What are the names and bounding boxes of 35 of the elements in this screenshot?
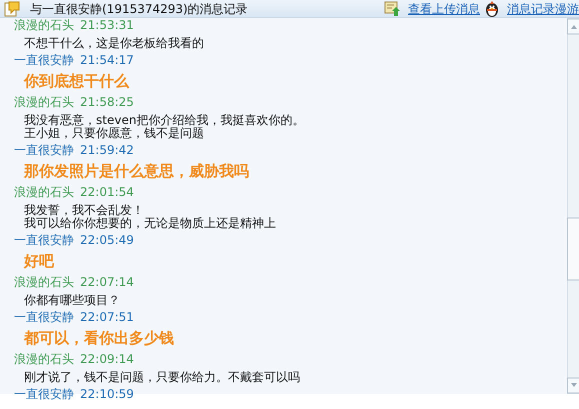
sender-name: 浪漫的石头 xyxy=(14,18,74,32)
sender-name: 一直很安静 xyxy=(14,310,74,324)
message-time: 22:01:54 xyxy=(80,185,134,199)
message-time: 22:07:51 xyxy=(80,310,134,324)
upload-icon xyxy=(384,0,401,16)
sender-name: 一直很安静 xyxy=(14,387,74,401)
header-link[interactable]: 消息记录漫游 xyxy=(507,2,579,16)
message-text: 王小姐，只要你愿意，钱不是问题 xyxy=(24,127,204,140)
sender-name: 一直很安静 xyxy=(14,53,74,67)
message-text: 你都有哪些项目？ xyxy=(24,294,120,307)
message-text: 我没有恶意，steven把你介绍给我，我挺喜欢你的。 xyxy=(24,114,304,127)
message-text: 我发誓，我不会乱发！ xyxy=(24,204,144,217)
message-text: 那你发照片是什么意思，威胁我吗 xyxy=(24,161,249,181)
header-link[interactable]: 查看上传消息 xyxy=(408,2,480,16)
sender-name: 一直很安静 xyxy=(14,143,74,157)
message-text: 不想干什么，这是你老板给我看的 xyxy=(24,37,204,50)
message-text: 都可以，看你出多少钱 xyxy=(24,328,174,348)
message-time: 21:54:17 xyxy=(80,53,134,67)
message-time: 22:09:14 xyxy=(80,352,134,366)
message-text: 好吧 xyxy=(24,251,54,271)
window-title: 与一直很安静(1915374293)的消息记录 xyxy=(30,2,248,16)
sender-name: 浪漫的石头 xyxy=(14,95,74,109)
message-time: 22:10:59 xyxy=(80,387,134,401)
sender-name: 一直很安静 xyxy=(14,233,74,247)
message-text: 你到底想干什么 xyxy=(24,71,129,91)
sender-name: 浪漫的石头 xyxy=(14,352,74,366)
message-time: 22:07:14 xyxy=(80,275,134,289)
message-time: 21:58:25 xyxy=(80,95,134,109)
message-time: 22:05:49 xyxy=(80,233,134,247)
message-time: 21:53:31 xyxy=(80,18,134,32)
message-text: 我可以给你你想要的，无论是物质上还是精神上 xyxy=(24,217,276,230)
sender-name: 浪漫的石头 xyxy=(14,185,74,199)
message-time: 21:59:42 xyxy=(80,143,134,157)
message-text: 刚才说了，钱不是问题，只要你给力。不戴套可以吗 xyxy=(24,371,300,384)
sender-name: 浪漫的石头 xyxy=(14,275,74,289)
